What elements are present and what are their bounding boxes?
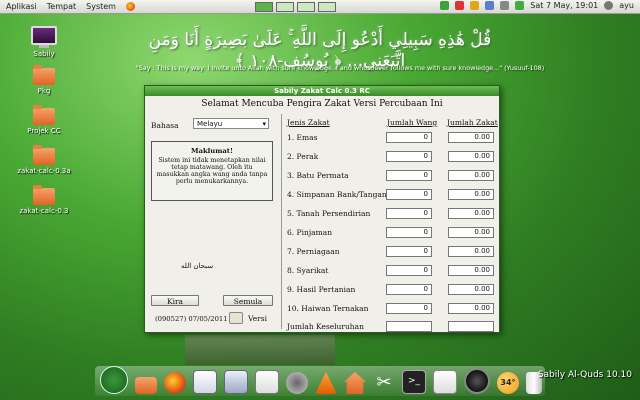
money-field-syarikat[interactable]: 0 — [386, 265, 432, 276]
tray-app-icon[interactable] — [440, 1, 450, 10]
settings-icon[interactable] — [224, 370, 248, 394]
calculate-button[interactable]: Kira — [151, 295, 199, 306]
workspace-switcher[interactable] — [255, 2, 336, 12]
desktop-icon-projek-cc[interactable]: Projek CC — [14, 105, 74, 135]
version-button[interactable]: Versi — [248, 314, 267, 323]
version-date: (090527) 07/05/2011 — [155, 315, 228, 323]
zakat-field-perak[interactable]: 0.00 — [448, 151, 494, 162]
wallpaper-buildings — [185, 335, 335, 365]
terminal-icon[interactable]: >_ — [402, 370, 426, 394]
row-label-ternakan: 10. Haiwan Ternakan — [287, 304, 369, 313]
zakat-field-emas[interactable]: 0.00 — [448, 132, 494, 143]
window-heading: Selamat Mencuba Pengira Zakat Versi Perc… — [201, 99, 443, 109]
desktop-icon-zakat-calc-0-3[interactable]: zakat-calc-0.3 — [14, 185, 74, 215]
folder-icon — [33, 145, 55, 165]
zakat-field-perniagaan[interactable]: 0.00 — [448, 246, 494, 257]
workspace-4[interactable] — [318, 2, 336, 12]
calendar-icon[interactable] — [255, 370, 279, 394]
money-field-emas[interactable]: 0 — [386, 132, 432, 143]
window-titlebar[interactable]: Sabily Zakat Calc 0.3 RC — [145, 86, 499, 96]
folder-icon[interactable] — [135, 377, 157, 394]
menu-aplikasi[interactable]: Aplikasi — [6, 2, 37, 11]
workspace-3[interactable] — [297, 2, 315, 12]
zakat-field-simpanan[interactable]: 0.00 — [448, 189, 494, 200]
monitor-icon — [31, 26, 57, 45]
zakat-field-ternakan[interactable]: 0.00 — [448, 303, 494, 314]
vlc-cone-icon[interactable] — [315, 372, 337, 394]
total-label: Jumlah Keseluruhan — [287, 322, 364, 331]
info-text: Sistem ini tidak menetapkan nilai tetap … — [156, 157, 268, 185]
zakat-field-tanah[interactable]: 0.00 — [448, 208, 494, 219]
firefox-icon[interactable] — [164, 372, 186, 394]
total-money-field[interactable] — [386, 321, 432, 332]
user-name[interactable]: ayu — [619, 1, 634, 10]
zakat-field-pertanian[interactable]: 0.00 — [448, 284, 494, 295]
menu-tempat[interactable]: Tempat — [47, 2, 76, 11]
tray-update-icon[interactable] — [470, 1, 480, 10]
info-box: Maklumat! Sistem ini tidak menetapkan ni… — [151, 141, 273, 201]
total-zakat-field[interactable] — [448, 321, 494, 332]
notes-icon[interactable] — [433, 370, 457, 394]
scissors-icon[interactable]: ✂ — [373, 372, 395, 394]
workspace-2[interactable] — [276, 2, 294, 12]
row-label-simpanan: 4. Simpanan Bank/Tangan — [287, 190, 387, 199]
desktop-icon-zakat-calc-0-3a[interactable]: zakat-calc-0.3a — [14, 145, 74, 175]
zakat-field-syarikat[interactable]: 0.00 — [448, 265, 494, 276]
zakat-field-batu-permata[interactable]: 0.00 — [448, 170, 494, 181]
reset-button[interactable]: Semula — [223, 295, 273, 306]
row-label-tanah: 5. Tanah Persendirian — [287, 209, 371, 218]
money-field-perak[interactable]: 0 — [386, 151, 432, 162]
vertical-divider — [281, 114, 282, 329]
sabily-logo-icon[interactable] — [100, 366, 128, 394]
firefox-launcher-icon[interactable] — [125, 2, 135, 11]
tasbih-text: سبحان الله — [181, 262, 214, 270]
money-field-perniagaan[interactable]: 0 — [386, 246, 432, 257]
clock[interactable]: Sat 7 May, 19:01 — [530, 1, 598, 10]
os-brand: Sabily Al-Quds 10.10 — [537, 370, 632, 380]
row-label-perniagaan: 7. Perniagaan — [287, 247, 340, 256]
version-icon[interactable] — [229, 312, 243, 324]
top-panel: Aplikasi Tempat System Sat 7 May, 19:01 … — [0, 0, 640, 14]
desktop-icon-pkg[interactable]: Pkg — [14, 65, 74, 95]
text-editor-icon[interactable] — [193, 370, 217, 394]
money-field-ternakan[interactable]: 0 — [386, 303, 432, 314]
info-title: Maklumat! — [191, 147, 233, 155]
money-field-batu-permata[interactable]: 0 — [386, 170, 432, 181]
column-header-type: Jenis Zakat — [287, 118, 330, 127]
row-label-perak: 2. Perak — [287, 152, 319, 161]
money-field-pertanian[interactable]: 0 — [386, 284, 432, 295]
desktop-icon-sabily[interactable]: Sabily — [14, 26, 74, 58]
column-header-zakat: Jumlah Zakat — [447, 118, 498, 127]
row-label-emas: 1. Emas — [287, 133, 318, 142]
dock: ✂ >_ 34° — [100, 366, 542, 394]
tray-notification-icon[interactable] — [455, 1, 465, 10]
language-select[interactable]: Melayu ▾ — [193, 118, 269, 129]
menu-system[interactable]: System — [86, 2, 116, 11]
folder-icon — [33, 105, 55, 125]
column-header-money: Jumlah Wang — [387, 118, 438, 127]
mail-icon[interactable] — [515, 1, 525, 10]
home-icon[interactable] — [344, 372, 366, 394]
money-field-simpanan[interactable]: 0 — [386, 189, 432, 200]
user-icon — [604, 1, 614, 10]
film-reel-icon[interactable] — [464, 368, 490, 394]
money-field-pinjaman[interactable]: 0 — [386, 227, 432, 238]
money-field-tanah[interactable]: 0 — [386, 208, 432, 219]
row-label-batu-permata: 3. Batu Permata — [287, 171, 349, 180]
workspace-1[interactable] — [255, 2, 273, 12]
wallpaper-quote: "Say : This is my way: I invite unto All… — [135, 64, 545, 72]
row-label-pinjaman: 6. Pinjaman — [287, 228, 333, 237]
language-label: Bahasa — [151, 121, 179, 130]
network-icon[interactable] — [485, 1, 495, 10]
row-label-pertanian: 9. Hasil Pertanian — [287, 285, 356, 294]
zakat-calc-window: Sabily Zakat Calc 0.3 RC Selamat Mencuba… — [144, 85, 500, 333]
folder-icon — [33, 185, 55, 205]
folder-icon — [33, 65, 55, 85]
volume-icon[interactable] — [500, 1, 510, 10]
row-label-syarikat: 8. Syarikat — [287, 266, 329, 275]
zakat-field-pinjaman[interactable]: 0.00 — [448, 227, 494, 238]
webcam-icon[interactable] — [286, 372, 308, 394]
weather-icon[interactable]: 34° — [497, 372, 519, 394]
chevron-down-icon: ▾ — [262, 120, 266, 128]
